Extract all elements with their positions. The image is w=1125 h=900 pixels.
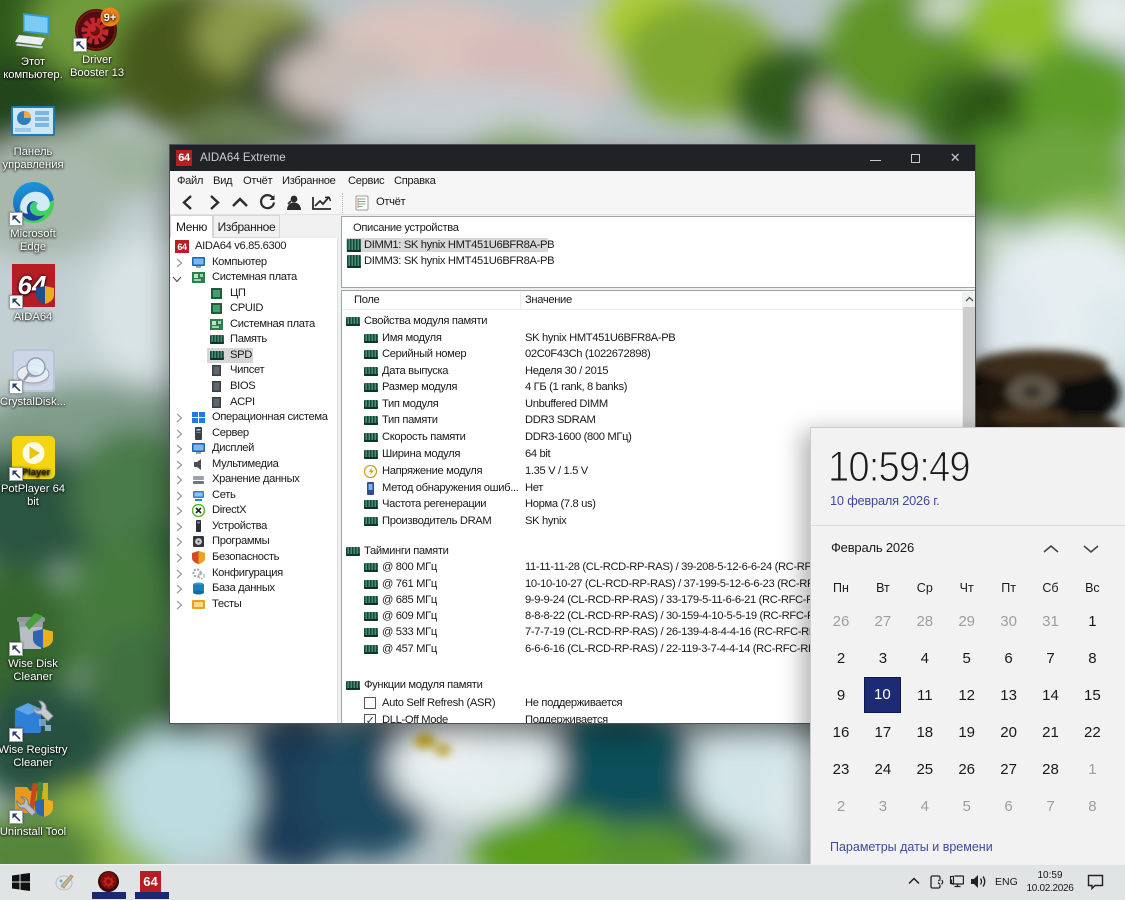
svg-text:Player: Player [21, 467, 50, 478]
svg-text:64: 64 [177, 242, 187, 252]
svg-text:9+: 9+ [104, 12, 117, 24]
